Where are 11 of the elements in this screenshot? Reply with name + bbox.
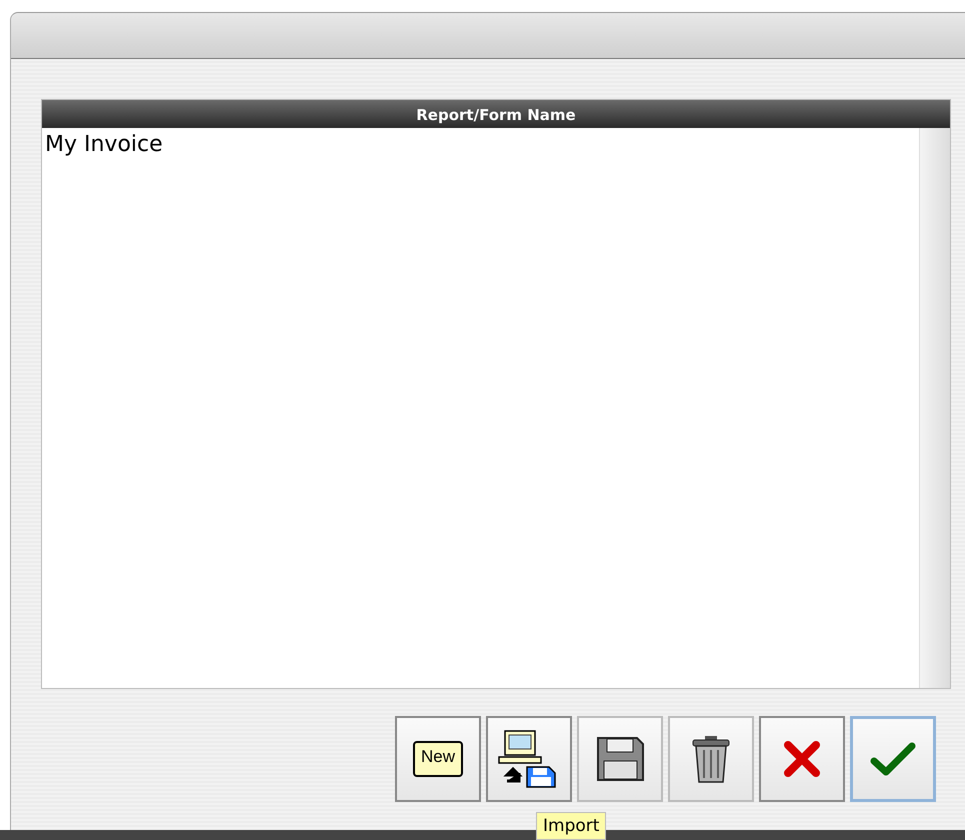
- cancel-button[interactable]: [759, 716, 845, 802]
- new-button[interactable]: New: [395, 716, 481, 802]
- ok-button[interactable]: [850, 716, 936, 802]
- close-icon: [782, 739, 822, 779]
- scroll-track[interactable]: [919, 128, 950, 688]
- tooltip: Import: [536, 812, 606, 840]
- trash-icon: [691, 735, 731, 783]
- import-button[interactable]: [486, 716, 572, 802]
- list-row[interactable]: My Invoice: [42, 128, 919, 161]
- checkmark-icon: [869, 741, 917, 777]
- column-header[interactable]: Report/Form Name: [42, 100, 950, 128]
